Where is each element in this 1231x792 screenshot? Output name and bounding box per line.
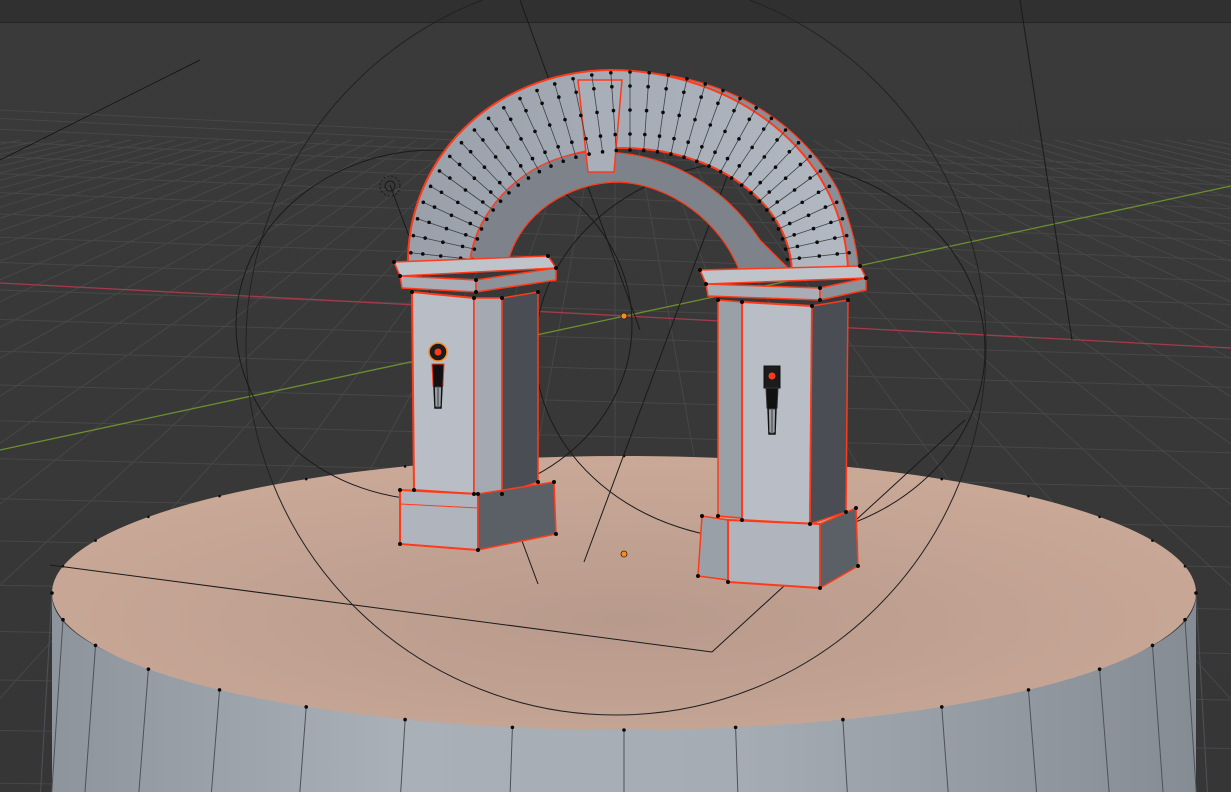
object-origin-dot-2 — [620, 550, 628, 558]
cylinder-top-face — [52, 456, 1196, 730]
object-origin-dot — [620, 312, 628, 320]
right-pillar-capital-side — [819, 277, 867, 301]
right-pillar-object[interactable] — [697, 265, 868, 590]
cylinder-platform[interactable] — [40, 454, 1208, 792]
helper-line-7 — [0, 59, 201, 161]
right-pillar-base-left — [697, 515, 729, 581]
right-pillar-base-front — [727, 518, 821, 590]
left-pillar-object[interactable] — [392, 255, 558, 552]
left-pillar-shaft-front — [410, 290, 475, 496]
right-pillar-capital-front — [705, 283, 821, 301]
left-pillar-shaft-mid — [473, 297, 503, 495]
arch-object[interactable] — [406, 68, 859, 274]
left-pillar-base-front — [399, 488, 479, 552]
left-pillar-shaft-side — [501, 291, 539, 496]
right-pillar-capital-top — [698, 265, 868, 285]
right-pillar-shaft-front — [741, 300, 814, 526]
right-pillar-shaft-left — [717, 299, 743, 519]
viewport-scene[interactable] — [0, 0, 1231, 792]
right-pillar-shaft-side — [809, 299, 849, 526]
3d-viewport[interactable] — [0, 0, 1231, 792]
